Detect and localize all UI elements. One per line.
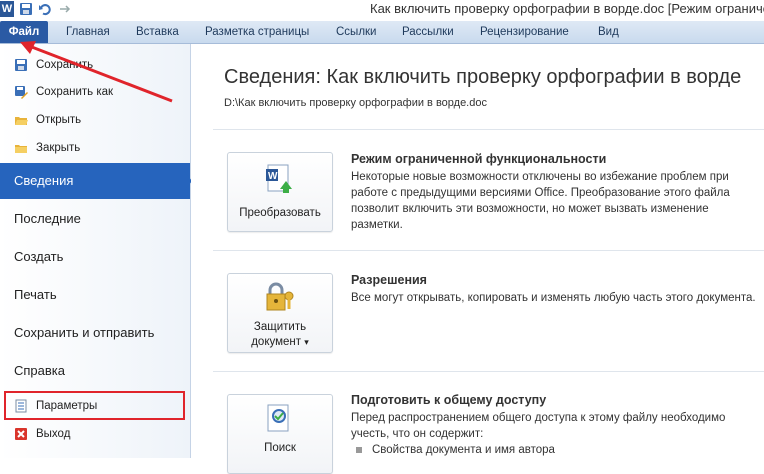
window-title: Как включить проверку орфографии в ворде… [370,1,764,16]
convert-icon: W [264,163,296,200]
open-command[interactable]: Открыть [0,107,190,133]
protect-label-line1: Защитить [253,321,307,333]
permissions-text: Все могут открывать, копировать и изменя… [351,292,756,304]
page-title: Сведения: Как включить проверку орфограф… [224,66,742,88]
exit-command[interactable]: Выход [0,421,190,447]
divider [213,129,764,130]
nav-new[interactable]: Создать [0,239,190,275]
tab-mailings[interactable]: Рассылки [402,21,454,43]
divider [213,371,764,372]
tab-page-layout[interactable]: Разметка страницы [205,21,309,43]
divider [213,250,764,251]
save-as-command[interactable]: Сохранить как [0,79,190,105]
quick-access-toolbar: W [0,0,71,18]
nav-print[interactable]: Печать [0,277,190,313]
tab-home[interactable]: Главная [66,21,110,43]
inspect-button-label: Поиск [264,442,296,454]
nav-info[interactable]: Сведения [0,163,190,199]
save-as-icon [14,85,28,99]
tab-references[interactable]: Ссылки [336,21,377,43]
protect-label-line2: документ ▾ [251,336,309,348]
open-label: Открыть [36,114,82,126]
convert-button-label: Преобразовать [239,207,321,219]
word-logo-icon[interactable]: W [0,1,14,17]
prepare-sharing-heading: Подготовить к общему доступу [351,393,547,407]
tab-review[interactable]: Рецензирование [480,21,569,43]
save-icon[interactable] [19,2,33,16]
close-command[interactable]: Закрыть [0,135,190,161]
inspect-icon [264,403,296,440]
compat-mode-heading: Режим ограниченной функциональности [351,152,607,166]
options-highlight-box [4,391,185,420]
chevron-down-icon: ▾ [304,337,309,347]
open-folder-icon [14,113,28,127]
protect-icon [262,282,296,319]
undo-icon[interactable] [38,2,52,16]
save-label: Сохранить [36,59,94,71]
list-item: Свойства документа и имя автора [356,442,761,458]
redo-icon[interactable] [57,2,71,16]
nav-recent[interactable]: Последние [0,201,190,237]
close-label: Закрыть [36,142,81,154]
exit-label: Выход [36,428,71,440]
permissions-heading: Разрешения [351,273,427,287]
info-pane: Сведения: Как включить проверку орфограф… [191,44,764,474]
svg-text:W: W [268,171,278,182]
nav-save-send[interactable]: Сохранить и отправить [0,315,190,351]
ribbon-tab-bar: Файл Главная Вставка Разметка страницы С… [0,21,764,44]
inspect-button[interactable]: Поиск [227,394,333,474]
tab-file[interactable]: Файл [0,21,48,43]
save-icon [14,58,28,72]
bullet-icon [356,446,362,453]
convert-button[interactable]: W Преобразовать [227,152,333,232]
prepare-sharing-text: Перед распространением общего доступа к … [351,412,726,440]
close-folder-icon [14,141,28,155]
save-command[interactable]: Сохранить [0,52,190,78]
tab-insert[interactable]: Вставка [136,21,179,43]
save-as-label: Сохранить как [36,86,114,98]
protect-document-button[interactable]: Защитить документ ▾ [227,273,333,353]
nav-help[interactable]: Справка [0,353,190,389]
title-bar: W Как включить проверку орфографии в вор… [0,0,764,20]
file-path: D:\Как включить проверку орфографии в во… [224,97,487,109]
compat-mode-text: Некоторые новые возможности отключены во… [351,171,730,231]
exit-icon [14,427,28,441]
tab-view[interactable]: Вид [598,21,619,43]
